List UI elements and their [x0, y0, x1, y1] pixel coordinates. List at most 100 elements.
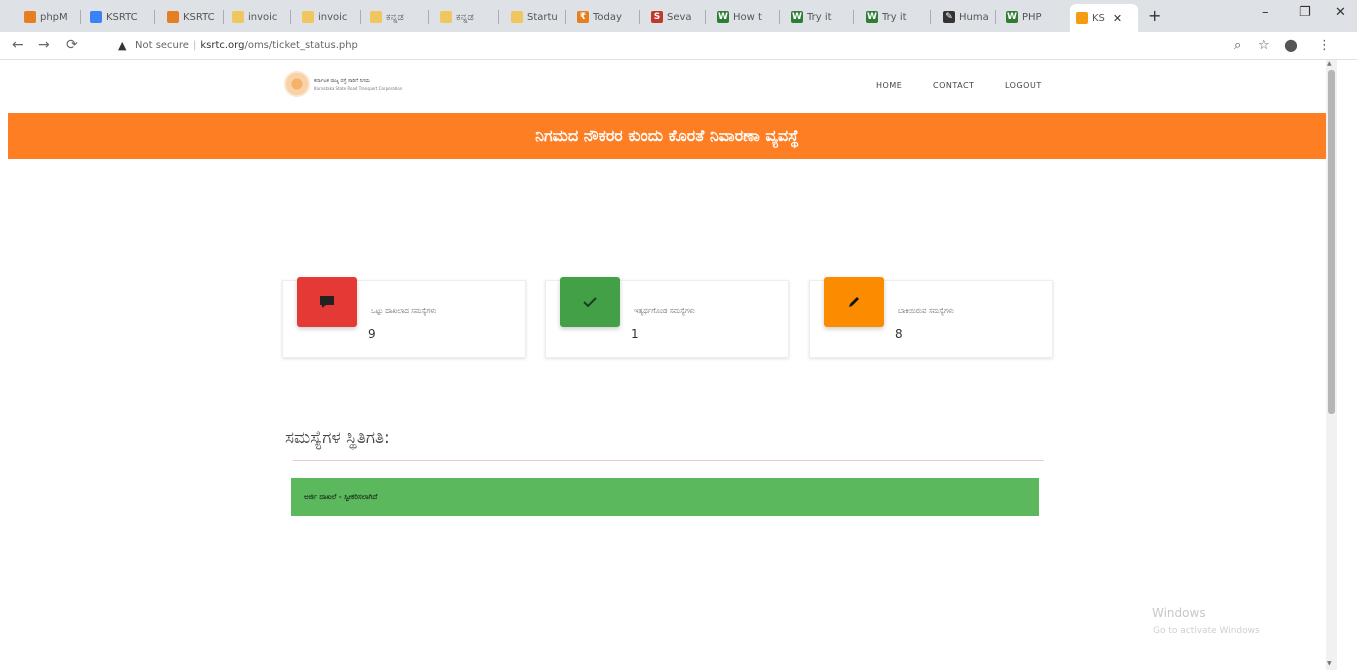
- zoom-icon[interactable]: ⌕: [1234, 38, 1241, 53]
- tab-separator: [154, 10, 155, 24]
- card-label: ಒಟ್ಟು ದಾಖಲಾದ ಸಮಸ್ಯೆಗಳು: [371, 307, 437, 315]
- tab-separator: [223, 10, 224, 24]
- site-header: ಕರ್ನಾಟಕ ರಾಜ್ಯ ರಸ್ತೆ ಸಾರಿಗೆ ನಿಗಮ Karnatak…: [8, 60, 1326, 113]
- browser-tab-active[interactable]: KS ✕: [1070, 4, 1138, 32]
- card-count: 8: [895, 327, 903, 341]
- profile-icon[interactable]: ●: [1284, 35, 1298, 54]
- url-field[interactable]: Not secure | ksrtc.org/oms/ticket_status.p…: [135, 40, 358, 51]
- document-icon: [370, 11, 382, 23]
- security-status: Not secure: [135, 40, 189, 51]
- w-icon: W: [717, 11, 729, 23]
- tab-label: ಕನ್ನಡ: [386, 11, 404, 23]
- total-issues-card: ಒಟ್ಟು ದಾಖಲಾದ ಸಮಸ್ಯೆಗಳು 9: [282, 277, 526, 358]
- tab-label: invoic: [318, 11, 348, 23]
- w-icon: W: [791, 11, 803, 23]
- browser-tab[interactable]: ✎ Huma: [937, 6, 993, 28]
- browser-tab[interactable]: S Seva: [645, 6, 703, 28]
- tab-label: Try it: [882, 11, 907, 23]
- tab-separator: [360, 10, 361, 24]
- browser-tab[interactable]: W Try it: [860, 6, 928, 28]
- tab-separator: [779, 10, 780, 24]
- invoice-icon: [232, 11, 244, 23]
- activate-windows-text: Go to activate Windows: [1153, 626, 1260, 636]
- tab-separator: [290, 10, 291, 24]
- card-label: ಬಾಕಿಯಿರುವ ಸಮಸ್ಯೆಗಳು: [898, 307, 954, 315]
- tab-label: PHP: [1022, 11, 1042, 23]
- ksrtc-icon: [167, 11, 179, 23]
- address-bar: ← → ⟳ ▲ Not secure | ksrtc.org/oms/ticket_…: [0, 32, 1357, 60]
- nav-logout-link[interactable]: LOGOUT: [1005, 81, 1042, 90]
- resolved-issues-card: ಇತ್ಯರ್ಥಗೊಂಡ ಸಮಸ್ಯೆಗಳು 1: [545, 277, 789, 358]
- browser-tab[interactable]: W Try it: [785, 6, 851, 28]
- tab-label: KSRTC: [183, 11, 215, 23]
- back-arrow-icon[interactable]: ←: [12, 37, 24, 53]
- scroll-up-arrow-icon[interactable]: ▲: [1327, 60, 1332, 67]
- tab-separator: [705, 10, 706, 24]
- tab-label: How t: [733, 11, 762, 23]
- new-tab-button[interactable]: +: [1148, 6, 1161, 25]
- tab-separator: [565, 10, 566, 24]
- tab-label: invoic: [248, 11, 278, 23]
- browser-tab[interactable]: W How t: [711, 6, 777, 28]
- invoice-icon: [302, 11, 314, 23]
- browser-tab[interactable]: phpM: [18, 6, 78, 28]
- menu-icon[interactable]: ⋮: [1318, 38, 1331, 53]
- tab-separator: [639, 10, 640, 24]
- reload-icon[interactable]: ⟳: [66, 37, 78, 53]
- page-content: ಕರ್ನಾಟಕ ರಾಜ್ಯ ರಸ್ತೆ ಸಾರಿಗೆ ನಿಗಮ Karnatak…: [8, 60, 1326, 670]
- tab-label: Seva: [667, 11, 692, 23]
- tab-label: ಕನ್ನಡ: [456, 11, 474, 23]
- ticket-status-bar[interactable]: ಅರ್ಜಿ ದಾಖಲೆ - ಸ್ವೀಕರಿಸಲಾಗಿದೆ: [291, 478, 1039, 516]
- browser-tab[interactable]: invoic: [296, 6, 358, 28]
- scroll-down-arrow-icon[interactable]: ▼: [1327, 660, 1332, 667]
- document-icon: [440, 11, 452, 23]
- forward-arrow-icon[interactable]: →: [38, 37, 50, 53]
- windows-watermark: Windows: [1152, 606, 1206, 620]
- tab-label: KS: [1092, 12, 1105, 24]
- maximize-button[interactable]: ❐: [1299, 5, 1311, 20]
- tab-label: Try it: [807, 11, 832, 23]
- check-icon: [560, 277, 620, 327]
- status-section-title: ಸಮಸ್ಯೆಗಳ ಸ್ಥಿತಿಗತಿ:: [285, 428, 390, 448]
- tab-separator: [498, 10, 499, 24]
- section-divider: [293, 460, 1044, 461]
- tab-label: Startu: [527, 11, 558, 23]
- browser-tab[interactable]: ₹ Today: [571, 6, 637, 28]
- close-tab-icon[interactable]: ✕: [1113, 12, 1122, 25]
- scrollbar-thumb[interactable]: [1328, 70, 1335, 414]
- w-icon: W: [866, 11, 878, 23]
- browser-tab[interactable]: ಕನ್ನಡ: [364, 6, 426, 28]
- browser-tab[interactable]: W PHP: [1000, 6, 1062, 28]
- page-banner: ನಿಗಮದ ನೌಕರರ ಕುಂದು ಕೊರತೆ ನಿವಾರಣಾ ವ್ಯವಸ್ಥೆ: [8, 113, 1326, 159]
- card-count: 1: [631, 327, 639, 341]
- ksrtc-icon: [90, 11, 102, 23]
- page-scrollbar[interactable]: ▲ ▼: [1326, 60, 1337, 670]
- tab-separator: [853, 10, 854, 24]
- bookmark-star-icon[interactable]: ☆: [1258, 38, 1270, 53]
- warning-icon[interactable]: ▲: [118, 39, 126, 52]
- ksrtc-logo[interactable]: ಕರ್ನಾಟಕ ರಾಜ್ಯ ರಸ್ತೆ ಸಾರಿಗೆ ನಿಗಮ Karnatak…: [284, 71, 402, 97]
- tab-separator: [930, 10, 931, 24]
- browser-tab[interactable]: ಕನ್ನಡ: [434, 6, 496, 28]
- rupee-icon: ₹: [577, 11, 589, 23]
- close-window-button[interactable]: ✕: [1335, 5, 1346, 20]
- tab-separator: [995, 10, 996, 24]
- url-host: ksrtc.org: [200, 40, 245, 51]
- browser-tab[interactable]: invoic: [226, 6, 288, 28]
- comment-icon: [297, 277, 357, 327]
- nav-home-link[interactable]: HOME: [876, 81, 902, 90]
- card-label: ಇತ್ಯರ್ಥಗೊಂಡ ಸಮಸ್ಯೆಗಳು: [634, 307, 695, 315]
- browser-tab[interactable]: KSRTC: [84, 6, 152, 28]
- logo-english-name: Karnataka State Road Transport Corporati…: [314, 85, 403, 91]
- browser-tab[interactable]: Startu: [505, 6, 563, 28]
- phpmyadmin-icon: [24, 11, 36, 23]
- pencil-icon: [824, 277, 884, 327]
- minimize-button[interactable]: –: [1262, 5, 1269, 20]
- nav-contact-link[interactable]: CONTACT: [933, 81, 974, 90]
- pending-issues-card: ಬಾಕಿಯಿರುವ ಸಮಸ್ಯೆಗಳು 8: [809, 277, 1053, 358]
- tab-separator: [428, 10, 429, 24]
- document-icon: [511, 11, 523, 23]
- tab-label: Today: [593, 11, 622, 23]
- browser-tab[interactable]: KSRTC: [161, 6, 221, 28]
- tab-label: phpM: [40, 11, 68, 23]
